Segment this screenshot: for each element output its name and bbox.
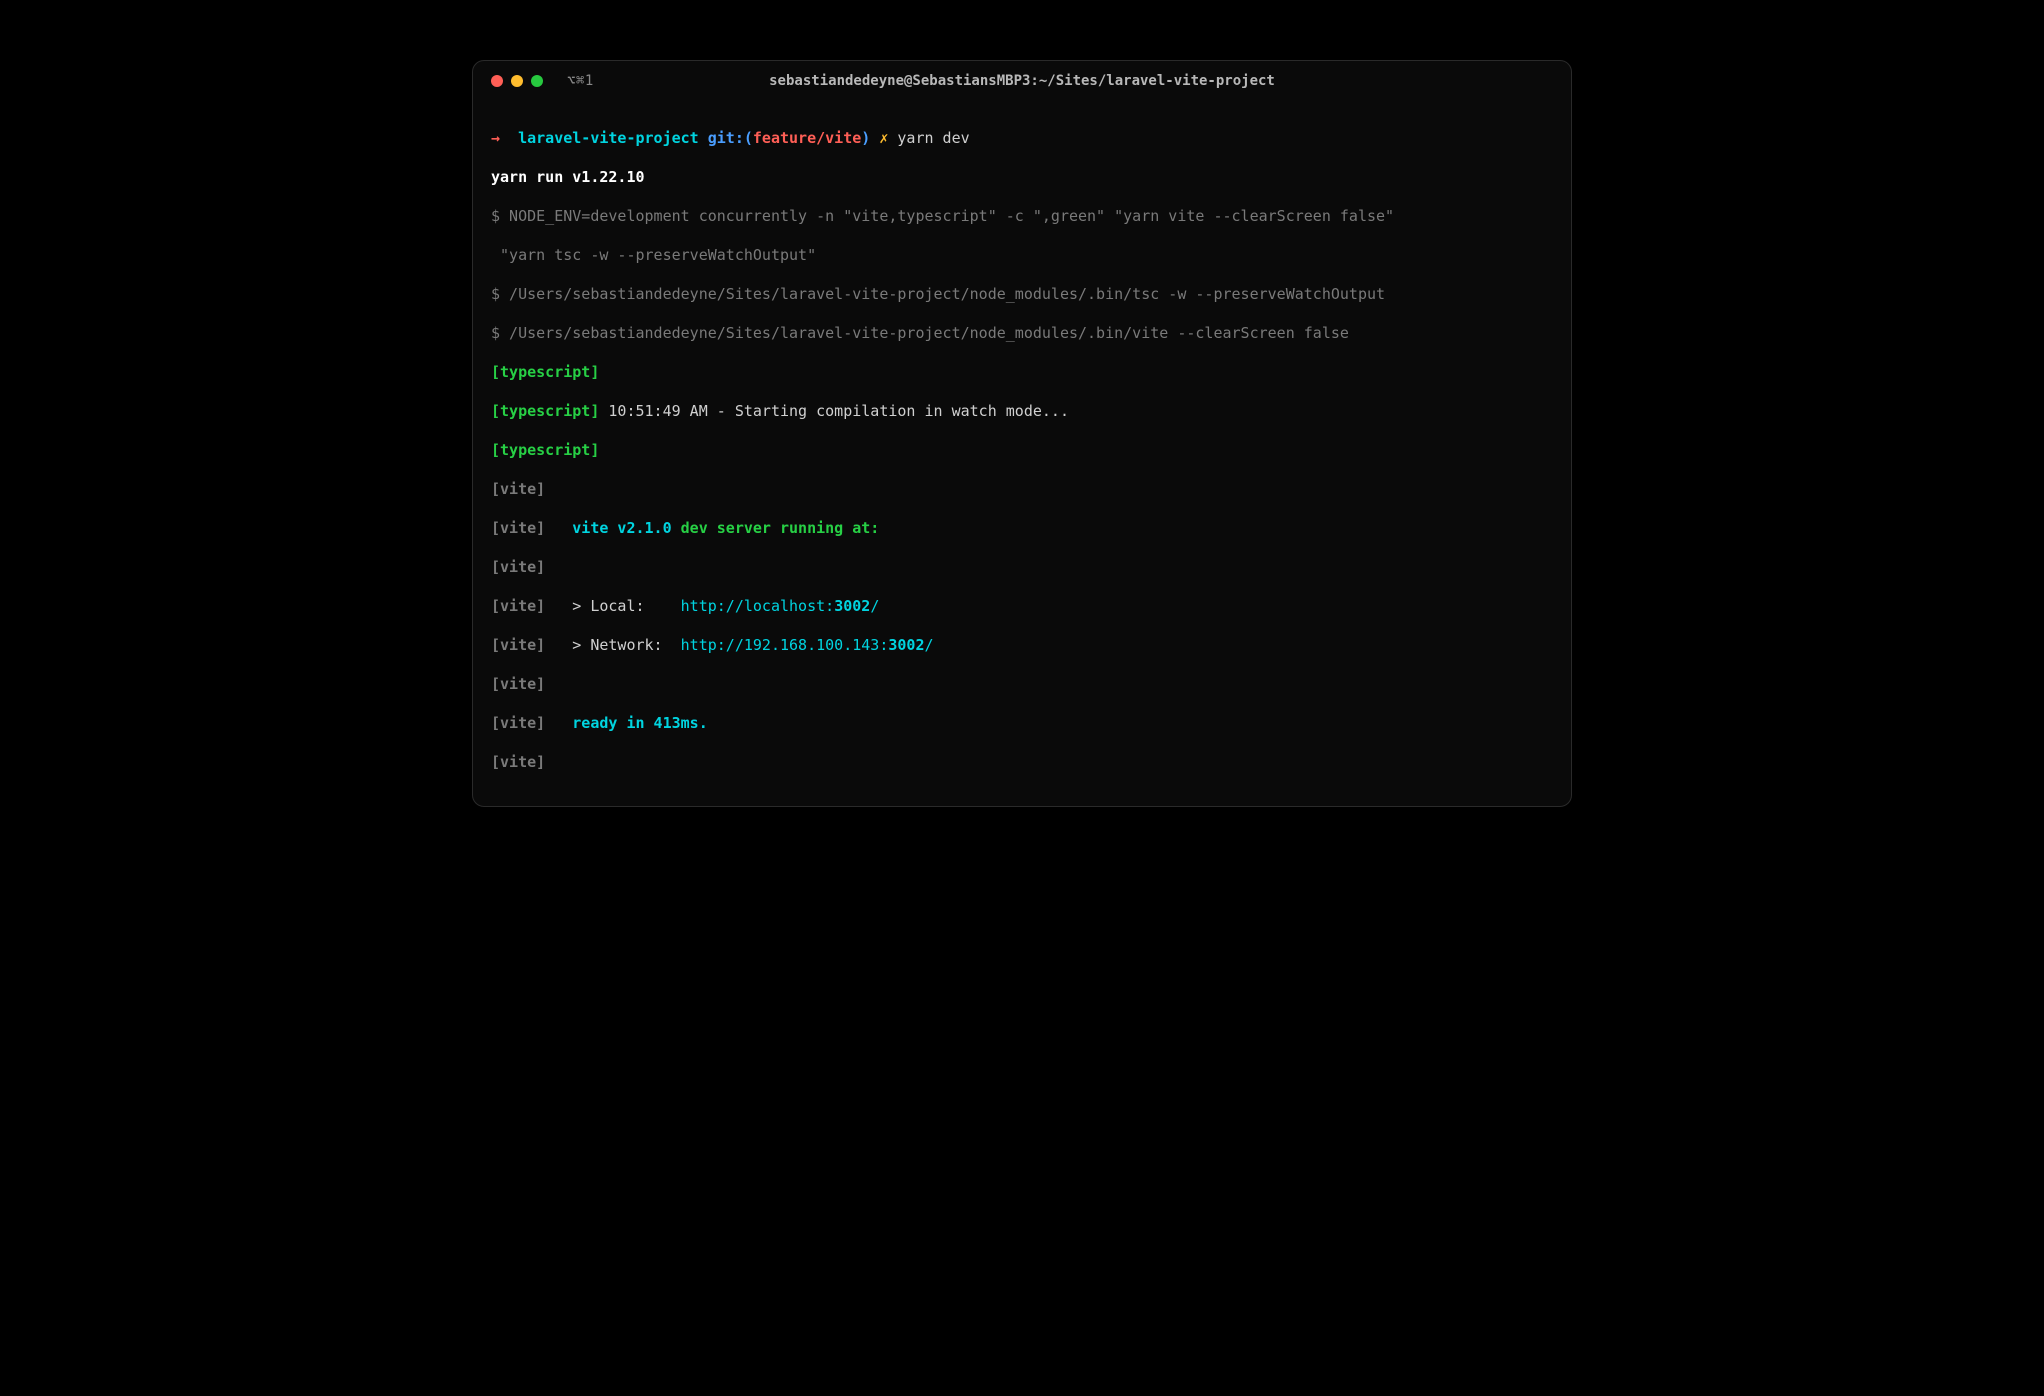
vite-network-line: [vite] > Network: http://192.168.100.143…: [491, 626, 1553, 665]
typescript-tag: [typescript]: [491, 441, 599, 459]
traffic-lights: [491, 75, 543, 87]
yarn-header-line: yarn run v1.22.10: [491, 158, 1553, 197]
local-slash: /: [870, 597, 879, 615]
minimize-icon[interactable]: [511, 75, 523, 87]
close-icon[interactable]: [491, 75, 503, 87]
ready-message: ready in 413ms.: [572, 714, 707, 732]
typescript-tag: [typescript]: [491, 363, 599, 381]
network-port: 3002: [888, 636, 924, 654]
shell-command-2: $ /Users/sebastiandedeyne/Sites/laravel-…: [491, 275, 1553, 314]
vite-tag: [vite]: [491, 558, 545, 576]
tab-label: ⌥⌘1: [567, 73, 594, 89]
vite-running-line: [vite] vite v2.1.0 dev server running at…: [491, 509, 1553, 548]
window-title: sebastiandedeyne@SebastiansMBP3:~/Sites/…: [769, 73, 1275, 89]
typescript-tag: [typescript]: [491, 402, 599, 420]
vite-tag: [vite]: [491, 675, 545, 693]
local-url: http://localhost:: [681, 597, 835, 615]
local-label: > Local:: [572, 597, 671, 615]
vite-empty-line-3: [vite]: [491, 665, 1553, 704]
vite-empty-line-1: [vite]: [491, 470, 1553, 509]
shell-command-1: $ NODE_ENV=development concurrently -n "…: [491, 197, 1553, 236]
typescript-empty-line: [typescript]: [491, 353, 1553, 392]
vite-ready-line: [vite] ready in 413ms.: [491, 704, 1553, 743]
command-text: yarn dev: [897, 129, 969, 147]
network-slash: /: [925, 636, 934, 654]
local-port: 3002: [834, 597, 870, 615]
shell-command-1b: "yarn tsc -w --preserveWatchOutput": [491, 236, 1553, 275]
yarn-version: yarn run v1.22.10: [491, 168, 645, 186]
vite-tag: [vite]: [491, 753, 545, 771]
network-label: > Network:: [572, 636, 671, 654]
vite-empty-line-2: [vite]: [491, 548, 1553, 587]
network-url: http://192.168.100.143:: [681, 636, 889, 654]
title-bar: ⌥⌘1 sebastiandedeyne@SebastiansMBP3:~/Si…: [473, 61, 1571, 101]
terminal-window: ⌥⌘1 sebastiandedeyne@SebastiansMBP3:~/Si…: [472, 60, 1572, 807]
git-paren-close: ): [861, 129, 870, 147]
vite-local-line: [vite] > Local: http://localhost:3002/: [491, 587, 1553, 626]
git-dirty-icon: ✗: [879, 129, 888, 147]
prompt-directory: laravel-vite-project: [518, 129, 699, 147]
git-paren-open: (: [744, 129, 753, 147]
vite-tag: [vite]: [491, 597, 545, 615]
vite-tag: [vite]: [491, 480, 545, 498]
prompt-arrow-icon: →: [491, 129, 500, 147]
vite-empty-line-4: [vite]: [491, 743, 1553, 782]
typescript-empty-line-2: [typescript]: [491, 431, 1553, 470]
vite-version: vite v2.1.0: [572, 519, 671, 537]
prompt-line: → laravel-vite-project git:(feature/vite…: [491, 119, 1553, 158]
typescript-starting-line: [typescript] 10:51:49 AM - Starting comp…: [491, 392, 1553, 431]
vite-server-message: dev server running at:: [681, 519, 880, 537]
vite-tag: [vite]: [491, 519, 545, 537]
terminal-content[interactable]: → laravel-vite-project git:(feature/vite…: [473, 101, 1571, 806]
typescript-message: 10:51:49 AM - Starting compilation in wa…: [608, 402, 1069, 420]
vite-tag: [vite]: [491, 714, 545, 732]
shell-command-3: $ /Users/sebastiandedeyne/Sites/laravel-…: [491, 314, 1553, 353]
maximize-icon[interactable]: [531, 75, 543, 87]
git-branch: feature/vite: [753, 129, 861, 147]
git-label: git:: [708, 129, 744, 147]
vite-tag: [vite]: [491, 636, 545, 654]
